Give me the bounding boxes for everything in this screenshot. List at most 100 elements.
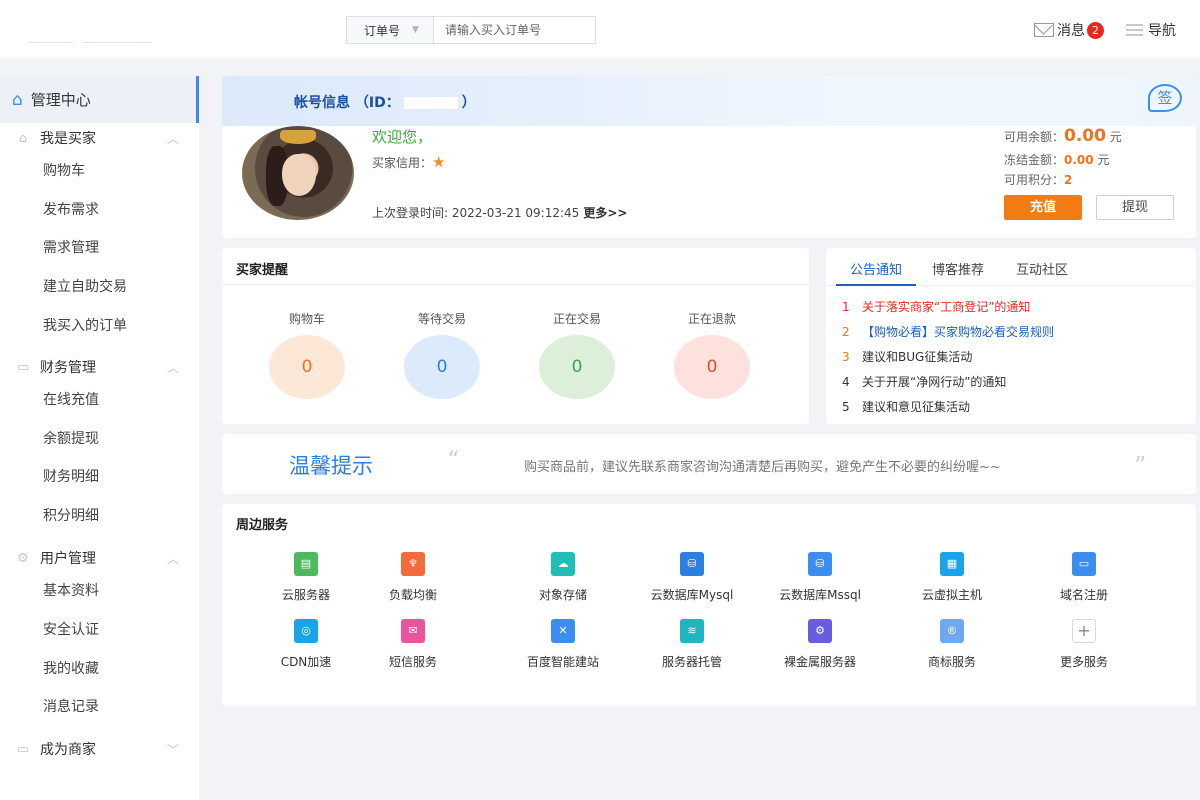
service-item[interactable]: ⛁ 云数据库Mysql <box>632 552 752 603</box>
wallet-icon: ▭ <box>16 359 30 375</box>
plus-icon: + <box>1072 619 1096 643</box>
service-item[interactable]: ⛁ 云数据库Mssql <box>760 552 880 603</box>
sidebar-item-cart[interactable]: 购物车 <box>43 161 85 181</box>
service-item[interactable]: + 更多服务 <box>1024 619 1144 670</box>
available-balance: 可用余额：0.00 元 <box>1004 126 1122 146</box>
buyer-reminder-title: 买家提醒 <box>222 248 809 285</box>
chevron-down-icon: ﹀ <box>166 742 179 757</box>
gear-icon: ⚙ <box>17 550 29 566</box>
last-login: 上次登录时间: 2022-03-21 09:12:45 更多>> <box>372 204 627 221</box>
order-search-input[interactable] <box>434 17 595 43</box>
notice-item[interactable]: 4 关于开展“净网行动”的通知 <box>842 373 1006 390</box>
reminder-stat[interactable]: 正在退款 0 <box>672 310 752 399</box>
sign-in-icon[interactable]: 签 <box>1148 84 1182 112</box>
sidebar-item-demand-manage[interactable]: 需求管理 <box>43 238 99 258</box>
sidebar-item-messages[interactable]: 消息记录 <box>43 697 99 717</box>
sidebar-section-merchant[interactable]: ▭ 成为商家 ﹀ <box>0 738 199 760</box>
sidebar-section-user[interactable]: ⚙ 用户管理 ︿ <box>0 547 199 569</box>
sidebar-item-security[interactable]: 安全认证 <box>43 620 99 640</box>
list-icon <box>1126 21 1143 39</box>
messages-label: 消息 <box>1057 23 1085 39</box>
order-search: 订单号 ▼ <box>346 16 596 44</box>
reminder-stat[interactable]: 正在交易 0 <box>537 310 617 399</box>
tab-community[interactable]: 互动社区 <box>1016 259 1068 278</box>
home-icon: ⌂ <box>12 89 23 110</box>
chevron-up-icon: ︿ <box>166 360 179 375</box>
messages-link[interactable]: 消息 2 <box>1034 20 1104 40</box>
service-label: 裸金属服务器 <box>783 655 856 669</box>
notice-number: 1 <box>842 300 850 314</box>
service-item[interactable]: ⚙ 裸金属服务器 <box>760 619 880 670</box>
frozen-unit: 元 <box>1097 153 1110 167</box>
notice-item[interactable]: 5 建议和意见征集活动 <box>842 398 970 415</box>
service-item[interactable]: ▭ 域名注册 <box>1024 552 1144 603</box>
cloud-storage-icon: ☁ <box>551 552 575 576</box>
sidebar-section-buyer[interactable]: ⌂ 我是买家 ︿ <box>0 127 199 149</box>
search-type-select[interactable]: 订单号 ▼ <box>347 17 434 43</box>
notice-text: 关于开展“净网行动”的通知 <box>862 375 1007 389</box>
reminder-stat-label: 正在退款 <box>687 312 736 326</box>
reminder-stat[interactable]: 等待交易 0 <box>402 310 482 399</box>
buyer-credit: 买家信用：★ <box>372 153 445 171</box>
service-item[interactable]: ▦ 云虚拟主机 <box>892 552 1012 603</box>
service-label: 云数据库Mysql <box>650 588 734 602</box>
account-title: 帐号信息 （ID： ） <box>294 92 476 112</box>
basket-icon: ⌂ <box>18 130 28 146</box>
load-balance-icon: ♆ <box>401 552 425 576</box>
recharge-button[interactable]: 充值 <box>1004 195 1082 220</box>
notice-text: 关于落实商家“工商登记”的通知 <box>862 300 1031 314</box>
star-icon: ★ <box>432 153 446 171</box>
logo[interactable] <box>24 18 164 48</box>
search-type-label: 订单号 <box>364 23 401 38</box>
service-item[interactable]: ▤ 云服务器 <box>246 552 366 603</box>
account-title-suffix: ） <box>461 95 476 111</box>
sidebar-item-self-trade[interactable]: 建立自助交易 <box>43 277 127 297</box>
quote-close-icon: ” <box>1134 452 1147 480</box>
frozen-value: 0.00 <box>1064 153 1094 167</box>
sidebar-section-title: 我是买家 <box>40 131 96 147</box>
available-unit: 元 <box>1109 130 1122 144</box>
nav-menu-button[interactable]: 导航 <box>1126 20 1176 40</box>
service-item[interactable]: ◎ CDN加速 <box>246 619 366 670</box>
tip-title: 温馨提示 <box>289 454 373 478</box>
server-icon: ▤ <box>294 552 318 576</box>
more-link[interactable]: 更多>> <box>583 206 627 220</box>
bare-metal-icon: ⚙ <box>808 619 832 643</box>
redacted-id <box>403 97 458 109</box>
notice-item[interactable]: 3 建议和BUG征集活动 <box>842 348 972 365</box>
sidebar-item-finance-detail[interactable]: 财务明细 <box>43 467 99 487</box>
tab-blog[interactable]: 博客推荐 <box>932 259 984 278</box>
envelope-icon <box>1034 23 1054 37</box>
withdraw-button[interactable]: 提现 <box>1096 195 1174 220</box>
avatar[interactable] <box>242 126 354 220</box>
sidebar-item-recharge[interactable]: 在线充值 <box>43 390 99 410</box>
sidebar-item-post-demand[interactable]: 发布需求 <box>43 200 99 220</box>
messages-badge: 2 <box>1087 21 1104 39</box>
account-card: 帐号信息 （ID： ） 签 欢迎您， 买家信用：★ 上次登录时间: 2022-03… <box>222 76 1196 238</box>
redacted-username <box>432 128 503 142</box>
sidebar-section-title: 用户管理 <box>40 551 96 567</box>
notice-item[interactable]: 2 【购物必看】买家购物必看交易规则 <box>842 323 1054 340</box>
service-item[interactable]: ✉ 短信服务 <box>353 619 473 670</box>
tab-announcements[interactable]: 公告通知 <box>850 259 902 278</box>
notice-text: 建议和BUG征集活动 <box>862 350 973 364</box>
sidebar-item-favorites[interactable]: 我的收藏 <box>43 659 99 679</box>
reminder-stat-count: 0 <box>404 335 480 399</box>
reminder-stat-label: 等待交易 <box>417 312 466 326</box>
reminder-stat[interactable]: 购物车 0 <box>267 310 347 399</box>
sidebar-item-my-orders[interactable]: 我买入的订单 <box>43 316 127 336</box>
sidebar-section-finance[interactable]: ▭ 财务管理 ︿ <box>0 356 199 378</box>
service-item[interactable]: ≋ 服务器托管 <box>632 619 752 670</box>
service-item[interactable]: ♆ 负载均衡 <box>353 552 473 603</box>
service-item[interactable]: ® 商标服务 <box>892 619 1012 670</box>
sidebar-item-points-detail[interactable]: 积分明细 <box>43 506 99 526</box>
sidebar-item-profile[interactable]: 基本资料 <box>43 581 99 601</box>
mssql-icon: ⛁ <box>808 552 832 576</box>
service-item[interactable]: ✕ 百度智能建站 <box>503 619 623 670</box>
notice-number: 2 <box>842 325 850 339</box>
sidebar-item-management-center[interactable]: ⌂ 管理中心 <box>0 76 199 123</box>
notice-item[interactable]: 1 关于落实商家“工商登记”的通知 <box>842 298 1030 315</box>
service-item[interactable]: ☁ 对象存储 <box>503 552 623 603</box>
sidebar-item-withdraw[interactable]: 余额提现 <box>43 429 99 449</box>
services-title: 周边服务 <box>236 518 289 533</box>
